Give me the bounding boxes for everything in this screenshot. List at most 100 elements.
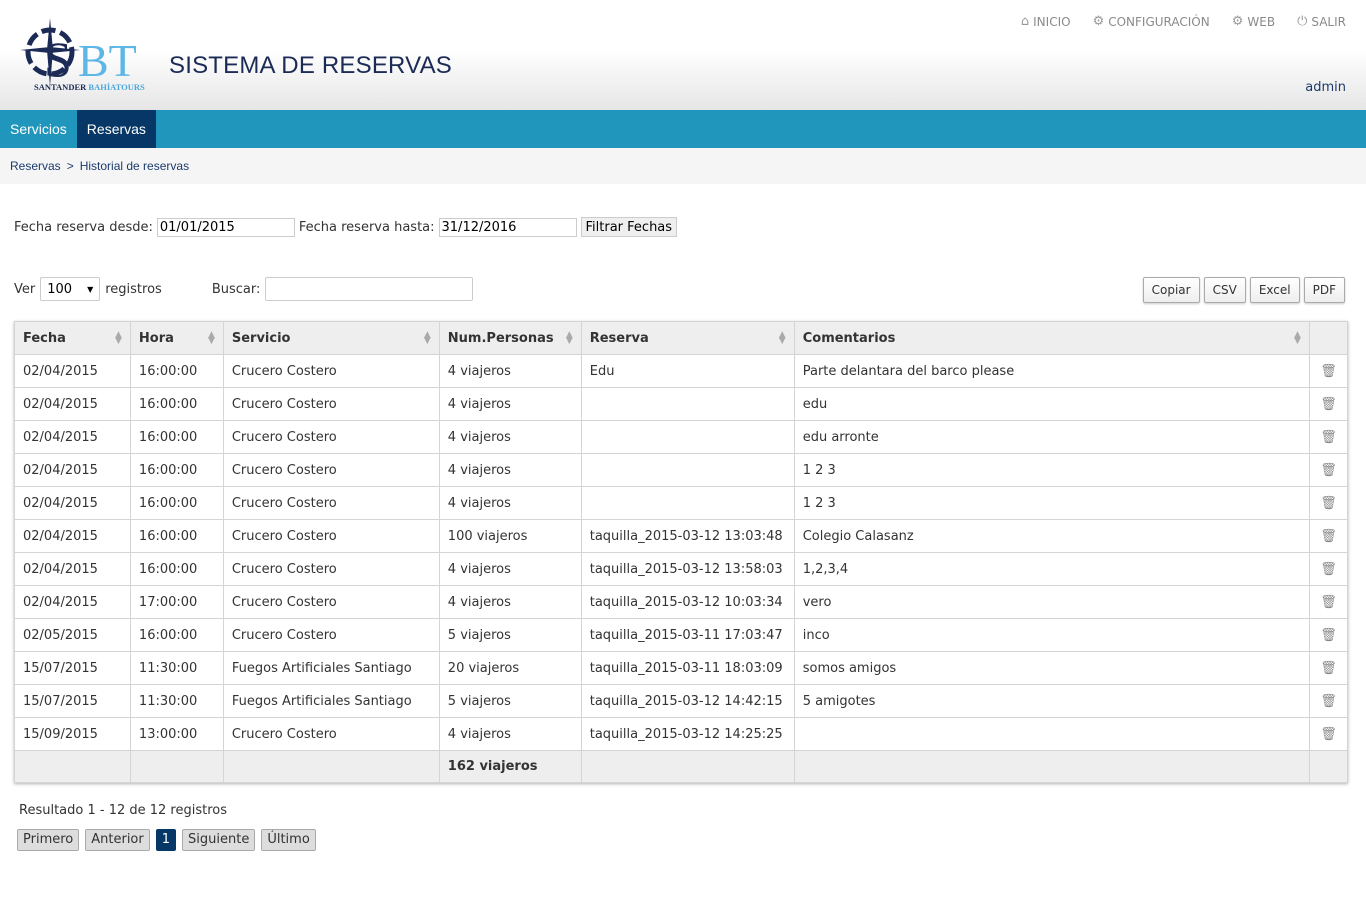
delete-cell: 🗑 [1308,420,1349,454]
column-header[interactable]: Fecha ▲ ▼ [14,321,131,355]
nav-label: SALIR [1311,14,1346,29]
to-date-input[interactable] [438,217,577,237]
records-label: registros [105,281,162,297]
breadcrumb-historial[interactable]: Historial de reservas [80,159,189,173]
page-length-value: 100 [47,281,73,297]
trash-icon[interactable]: 🗑 [1320,727,1337,742]
column-label: Num.Personas [447,330,554,346]
table-cell: Crucero Costero [222,585,440,619]
table-cell: 4 viajeros [438,354,582,388]
column-label: Fecha [23,330,66,346]
table-cell: 5 viajeros [438,618,582,652]
search-input[interactable] [265,277,474,301]
table-cell: 4 viajeros [438,486,582,520]
table-cell: edu [793,387,1310,421]
table-cell: Crucero Costero [222,519,440,553]
table-cell: edu arronte [793,420,1310,454]
excel-button[interactable]: Excel [1249,277,1300,303]
table-cell: 1 2 3 [793,486,1310,520]
table-row: 02/04/2015 16:00:00 Crucero Costero 4 viaje… [14,486,1349,520]
table-cell: Crucero Costero [222,354,440,388]
table-row: 02/04/2015 17:00:00 Crucero Costero 4 viaje… [14,585,1349,619]
table-cell: 100 viajeros [438,519,582,553]
nav-web[interactable]: ⚙ WEB [1232,14,1275,29]
column-label: Comentarios [802,330,896,346]
trash-icon[interactable]: 🗑 [1320,397,1337,412]
breadcrumb-separator: > [66,159,74,173]
table-cell: 20 viajeros [438,651,582,685]
delete-cell: 🗑 [1308,552,1349,586]
menu-servicios[interactable]: Servicios [0,110,77,148]
delete-cell: 🗑 [1308,618,1349,652]
csv-button[interactable]: CSV [1203,277,1246,303]
column-header[interactable]: Servicio ▲ ▼ [222,321,440,355]
previous-page-button[interactable]: Anterior [85,829,150,851]
table-cell: 02/04/2015 [14,486,131,520]
table-cell: Fuegos Artificiales Santiago [222,684,440,718]
trash-icon[interactable]: 🗑 [1320,364,1337,379]
column-header[interactable]: Reserva ▲ ▼ [580,321,795,355]
trash-icon[interactable]: 🗑 [1320,628,1337,643]
show-label: Ver [14,281,36,297]
nav-configuracion[interactable]: ⚙ CONFIGURACIÓN [1093,14,1210,29]
trash-icon[interactable]: 🗑 [1320,463,1337,478]
breadcrumb-reservas[interactable]: Reservas [10,159,61,173]
page-length-select[interactable]: 100 ▼ [40,277,101,301]
trash-icon[interactable]: 🗑 [1320,529,1337,544]
table-cell: taquilla_2015-03-11 18:03:09 [580,651,795,685]
menu-reservas[interactable]: Reservas [76,110,156,148]
next-page-button[interactable]: Siguiente [182,829,256,851]
nav-inicio[interactable]: ⌂ INICIO [1021,14,1071,29]
current-page-button[interactable]: 1 [155,829,177,851]
actions-header [1308,321,1349,355]
table-cell: 16:00:00 [129,552,224,586]
svg-text:SANTANDER BAHÍATOURS: SANTANDER BAHÍATOURS [34,82,145,92]
table-cell: 02/04/2015 [14,552,131,586]
table-cell: Crucero Costero [222,717,440,751]
table-cell: taquilla_2015-03-12 14:42:15 [580,684,795,718]
system-title: SISTEMA DE RESERVAS [169,52,452,79]
table-cell [580,420,795,454]
nav-label: CONFIGURACIÓN [1108,14,1210,29]
trash-icon[interactable]: 🗑 [1320,496,1337,511]
table-row: 02/04/2015 16:00:00 Crucero Costero 100 via… [14,519,1349,553]
table-cell: Crucero Costero [222,453,440,487]
nav-salir[interactable]: ⏻ SALIR [1297,14,1346,29]
trash-icon[interactable]: 🗑 [1320,430,1337,445]
table-cell: inco [793,618,1310,652]
table-row: 15/07/2015 11:30:00 Fuegos Artificiales Sa… [14,651,1349,685]
table-cell: 02/05/2015 [14,618,131,652]
sort-icon: ▲ ▼ [423,330,431,346]
power-icon: ⏻ [1297,14,1308,29]
export-buttons: Copiar CSV Excel PDF [1142,277,1345,303]
table-cell: somos amigos [793,651,1310,685]
trash-icon[interactable]: 🗑 [1320,595,1337,610]
table-cell: Crucero Costero [222,486,440,520]
sort-icon: ▲ ▼ [565,330,573,346]
trash-icon[interactable]: 🗑 [1320,694,1337,709]
pdf-button[interactable]: PDF [1303,277,1345,303]
pagination: Primero Anterior 1 Siguiente Último [17,829,316,851]
from-date-input[interactable] [156,217,295,237]
table-cell: 4 viajeros [438,717,582,751]
table-cell: taquilla_2015-03-12 14:25:25 [580,717,795,751]
trash-icon[interactable]: 🗑 [1320,562,1337,577]
user-name[interactable]: admin [1305,80,1346,95]
table-cell: Colegio Calasanz [793,519,1310,553]
table-row: 02/04/2015 16:00:00 Crucero Costero 4 viaje… [14,420,1349,454]
table-cell: taquilla_2015-03-12 13:03:48 [580,519,795,553]
sort-icon: ▲ ▼ [115,330,122,346]
first-page-button[interactable]: Primero [17,829,80,851]
copy-button[interactable]: Copiar [1142,277,1200,303]
top-nav: ⌂ INICIO ⚙ CONFIGURACIÓN ⚙ WEB ⏻ SALIR [1021,14,1346,29]
column-header[interactable]: Num.Personas ▲ ▼ [438,321,582,355]
totals-row: 162 viajeros [14,750,1349,783]
trash-icon[interactable]: 🗑 [1320,661,1337,676]
column-header[interactable]: Hora ▲ ▼ [129,321,224,355]
filter-dates-button[interactable]: Filtrar Fechas [580,217,678,237]
column-header[interactable]: Comentarios ▲ ▼ [793,321,1310,355]
sort-icon: ▲ ▼ [207,330,215,346]
last-page-button[interactable]: Último [261,829,316,851]
main-menu: Servicios Reservas [0,110,1366,148]
total-persons: 162 viajeros [438,750,582,783]
